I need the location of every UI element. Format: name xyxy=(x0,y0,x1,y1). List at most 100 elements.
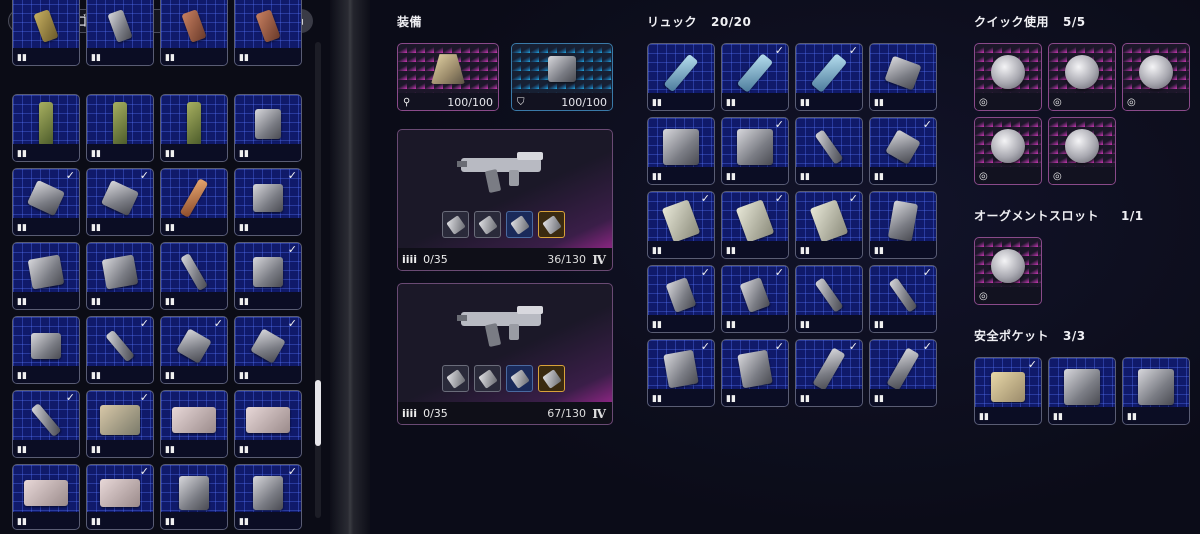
weapon-slot-2[interactable]: iiii 0/35 67/130 Ⅳ xyxy=(397,283,613,425)
safe-pocket-slot[interactable]: ▮▮ xyxy=(1122,357,1190,425)
backpack-item-slot[interactable]: ▮▮ xyxy=(647,43,715,111)
backpack-item-slot[interactable]: ✓ ▮▮ xyxy=(721,117,789,185)
mod-slot-underbarrel[interactable] xyxy=(474,365,501,392)
stash-item-slot[interactable]: ▮▮ xyxy=(234,390,302,458)
stash-item-slot[interactable]: ✓ ▮▮ xyxy=(86,390,154,458)
book-icon: ▮▮ xyxy=(17,517,27,527)
safe-pocket-slot[interactable]: ✓ ▮▮ xyxy=(974,357,1042,425)
stash-item-slot[interactable]: ▮▮ xyxy=(160,242,228,310)
stash-item-slot[interactable]: ▮▮ xyxy=(160,0,228,66)
stash-item-slot[interactable]: ▮▮ xyxy=(12,316,80,384)
mod-slot-muzzle[interactable] xyxy=(442,365,469,392)
backpack-item-slot[interactable]: ✓ ▮▮ xyxy=(795,339,863,407)
mod-slot-muzzle[interactable] xyxy=(442,211,469,238)
stash-item-slot[interactable]: ▮▮ xyxy=(86,242,154,310)
quick-use-slot[interactable]: ◎ xyxy=(974,117,1042,185)
stash-item-slot[interactable]: ▮▮ xyxy=(160,168,228,236)
item-footer: ▮▮ xyxy=(87,218,153,235)
stash-scrollbar[interactable] xyxy=(315,42,321,518)
item-footer: ▮▮ xyxy=(648,315,714,332)
stash-item-slot[interactable]: ✓ ▮▮ xyxy=(234,464,302,530)
mod-slot-magazine[interactable] xyxy=(506,365,533,392)
stash-item-slot[interactable]: ▮▮ xyxy=(160,390,228,458)
backpack-item-slot[interactable]: ▮▮ xyxy=(869,191,937,259)
stash-item-slot[interactable]: ▮▮ xyxy=(86,94,154,162)
backpack-item-slot[interactable]: ✓ ▮▮ xyxy=(795,43,863,111)
rifle-icon xyxy=(457,306,543,347)
stash-item-slot[interactable]: ▮▮ xyxy=(234,0,302,66)
backpack-item-slot[interactable]: ✓ ▮▮ xyxy=(721,43,789,111)
stash-item-slot[interactable]: ▮▮ xyxy=(86,0,154,66)
backpack-item-slot[interactable]: ✓ ▮▮ xyxy=(721,265,789,333)
stash-item-slot[interactable]: ✓ ▮▮ xyxy=(86,464,154,530)
stash-item-slot[interactable]: ▮▮ xyxy=(160,464,228,530)
item-footer: ▮▮ xyxy=(870,241,936,258)
stash-item-slot[interactable]: ▮▮ xyxy=(12,242,80,310)
quick-use-slot[interactable]: ◎ xyxy=(1122,43,1190,111)
book-icon: ▮▮ xyxy=(17,371,27,381)
shield-badge-icon: ⛉ xyxy=(517,97,525,108)
book-icon: ▮▮ xyxy=(239,517,249,527)
book-icon: ▮▮ xyxy=(800,98,810,108)
backpack-item-slot[interactable]: ✓ ▮▮ xyxy=(869,265,937,333)
backpack-item-slot[interactable]: ✓ ▮▮ xyxy=(647,265,715,333)
gadget-value: 100/100 xyxy=(561,96,607,109)
backpack-item-slot[interactable]: ▮▮ xyxy=(647,117,715,185)
checkmark-icon: ✓ xyxy=(139,169,149,182)
book-icon: ▮▮ xyxy=(165,223,175,233)
item-icon xyxy=(179,178,209,218)
item-icon xyxy=(31,333,61,360)
safe-pocket-slot[interactable]: ▮▮ xyxy=(1048,357,1116,425)
stash-item-slot[interactable]: ▮▮ xyxy=(12,94,80,162)
mod-slot-stock[interactable] xyxy=(538,365,565,392)
stash-item-slot[interactable]: ▮▮ xyxy=(12,464,80,530)
mod-slot-underbarrel[interactable] xyxy=(474,211,501,238)
quick-use-slot[interactable]: ◎ xyxy=(974,43,1042,111)
shield-slot[interactable]: ⚲ 100/100 xyxy=(397,43,499,111)
weapon-slot-1[interactable]: iiii 0/35 36/130 Ⅳ xyxy=(397,129,613,271)
stash-item-slot[interactable]: ▮▮ xyxy=(160,94,228,162)
backpack-item-slot[interactable]: ▮▮ xyxy=(869,43,937,111)
stash-item-slot[interactable]: ✓ ▮▮ xyxy=(234,168,302,236)
stash-scroll-thumb[interactable] xyxy=(315,380,321,446)
stash-item-slot[interactable]: ✓ ▮▮ xyxy=(234,242,302,310)
stash-item-slot[interactable]: ✓ ▮▮ xyxy=(86,168,154,236)
item-footer: ▮▮ xyxy=(13,440,79,457)
item-icon xyxy=(885,129,921,165)
augment-slot[interactable]: ◎ xyxy=(974,237,1042,305)
backpack-item-slot[interactable]: ✓ ▮▮ xyxy=(869,339,937,407)
backpack-item-slot[interactable]: ✓ ▮▮ xyxy=(795,191,863,259)
stash-item-slot[interactable]: ▮▮ xyxy=(234,94,302,162)
backpack-item-slot[interactable]: ✓ ▮▮ xyxy=(721,339,789,407)
backpack-item-slot[interactable]: ▮▮ xyxy=(795,265,863,333)
stash-item-slot[interactable]: ✓ ▮▮ xyxy=(160,316,228,384)
item-icon xyxy=(814,277,844,313)
stash-item-slot[interactable]: ✓ ▮▮ xyxy=(234,316,302,384)
augment-gear-slot[interactable]: ⛉ 100/100 xyxy=(511,43,613,111)
stash-item-slot[interactable]: ▮▮ xyxy=(12,0,80,66)
book-icon: ▮▮ xyxy=(91,445,101,455)
book-icon: ▮▮ xyxy=(979,412,989,422)
mod-slot-stock[interactable] xyxy=(538,211,565,238)
stash-item-slot[interactable]: ✓ ▮▮ xyxy=(86,316,154,384)
safe-pocket-count: 3/3 xyxy=(1063,329,1086,343)
book-icon: ▮▮ xyxy=(874,320,884,330)
quick-use-slot[interactable]: ◎ xyxy=(1048,43,1116,111)
backpack-item-slot[interactable]: ✓ ▮▮ xyxy=(647,339,715,407)
ring-icon: ◎ xyxy=(1053,171,1062,182)
quick-use-slot[interactable]: ◎ xyxy=(1048,117,1116,185)
rifle-icon xyxy=(457,152,543,193)
stash-item-slot[interactable]: ✓ ▮▮ xyxy=(12,168,80,236)
mod-slot-magazine[interactable] xyxy=(506,211,533,238)
checkmark-icon: ✓ xyxy=(774,266,784,279)
stash-item-slot[interactable]: ✓ ▮▮ xyxy=(12,390,80,458)
book-icon: ▮▮ xyxy=(652,320,662,330)
item-icon xyxy=(179,476,209,511)
backpack-item-slot[interactable]: ✓ ▮▮ xyxy=(647,191,715,259)
backpack-item-slot[interactable]: ✓ ▮▮ xyxy=(869,117,937,185)
item-footer: ▮▮ xyxy=(796,167,862,184)
backpack-item-slot[interactable]: ▮▮ xyxy=(795,117,863,185)
book-icon: ▮▮ xyxy=(165,297,175,307)
shield-value: 100/100 xyxy=(447,96,493,109)
backpack-item-slot[interactable]: ✓ ▮▮ xyxy=(721,191,789,259)
